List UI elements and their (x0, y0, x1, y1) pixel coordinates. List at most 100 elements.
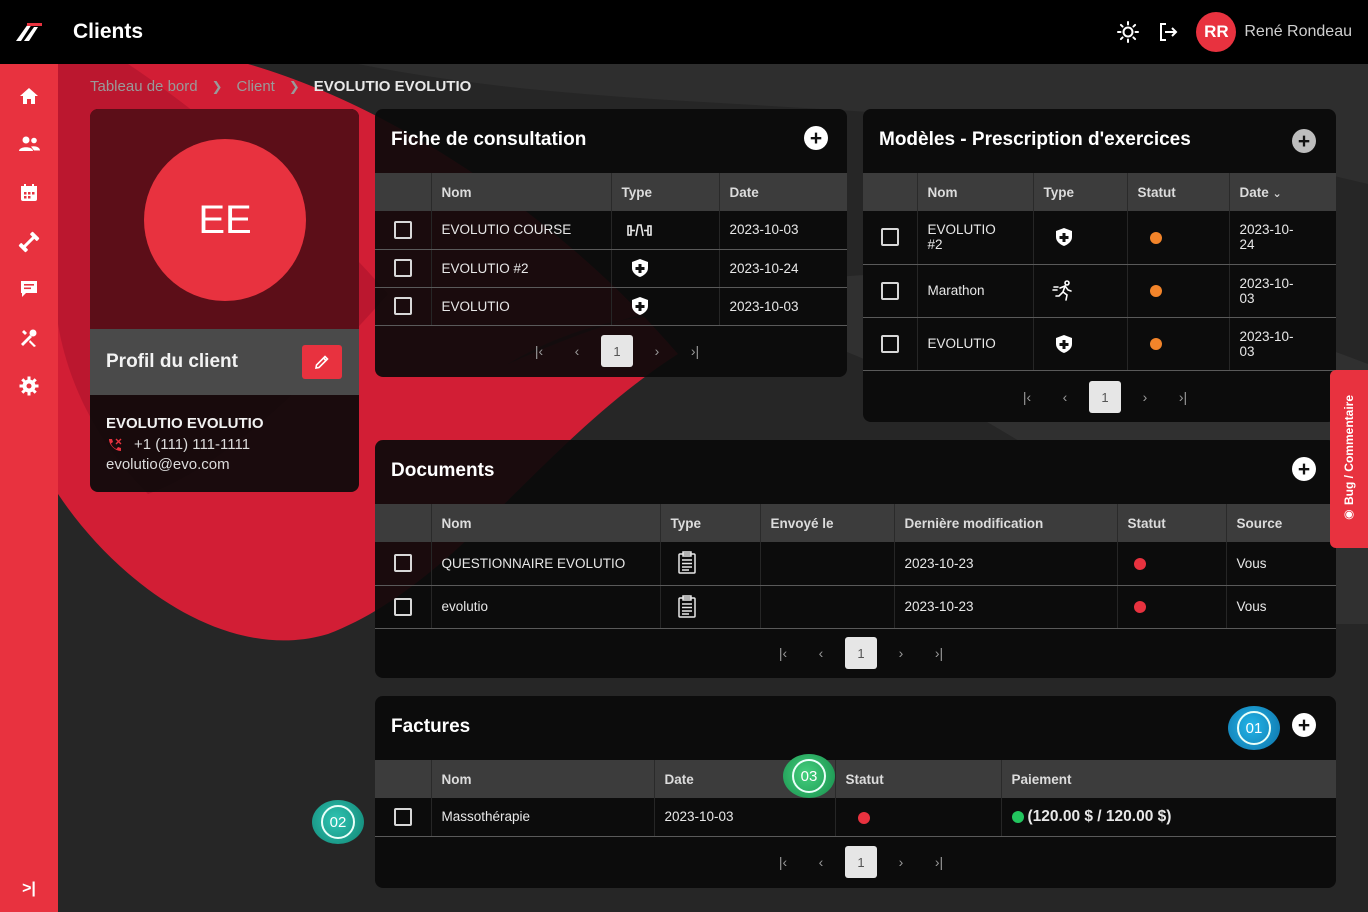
add-model-button[interactable]: + (1292, 129, 1316, 153)
next-page-button[interactable]: › (887, 847, 915, 877)
client-email[interactable]: evolutio@evo.com (106, 456, 264, 473)
sidebar-item-home[interactable] (9, 76, 49, 116)
row-date: 2023-10-03 (719, 287, 847, 326)
shield-icon (631, 259, 648, 277)
invoices-table: Nom Date Statut Paiement Massothérapie 2… (375, 760, 1336, 837)
column-header[interactable]: Envoyé le (760, 504, 895, 542)
column-header[interactable]: Dernière modification (894, 504, 1118, 542)
row-checkbox[interactable] (880, 334, 899, 353)
row-date: 2023-10-03 (1229, 317, 1336, 371)
row-checkbox[interactable] (393, 297, 412, 315)
row-checkbox[interactable] (880, 281, 899, 300)
first-page-button[interactable]: |‹ (525, 336, 553, 366)
last-page-button[interactable]: ›| (925, 638, 953, 668)
client-name: EVOLUTIO EVOLUTIO (106, 415, 264, 432)
add-invoice-button[interactable]: + (1292, 713, 1316, 737)
table-row[interactable]: EVOLUTIO COURSE 2023-10-03 (375, 211, 847, 250)
prev-page-button[interactable]: ‹ (563, 336, 591, 366)
column-header[interactable]: Nom (431, 173, 612, 211)
models-pagination: |‹ ‹ 1 › ›| (1008, 381, 1202, 413)
sidebar-item-clients[interactable] (9, 124, 49, 164)
column-header[interactable]: Statut (1117, 504, 1227, 542)
logout-button[interactable] (1156, 20, 1180, 44)
models-table: Nom Type Statut Date ⌄ EVOLUTIO #2 2023-1… (863, 173, 1336, 371)
row-checkbox[interactable] (393, 259, 412, 277)
row-checkbox[interactable] (393, 220, 412, 239)
sidebar-item-exercises[interactable] (9, 222, 49, 262)
row-checkbox[interactable] (393, 597, 412, 616)
sun-icon (1117, 21, 1140, 43)
tools-icon (21, 329, 37, 347)
row-sent (760, 542, 895, 586)
column-header[interactable]: Type (611, 173, 720, 211)
page-number[interactable]: 1 (845, 637, 877, 669)
column-header[interactable]: Type (1033, 173, 1128, 211)
prev-page-button[interactable]: ‹ (1051, 382, 1079, 412)
table-row[interactable]: evolutio 2023-10-23 Vous (375, 585, 1336, 629)
column-header[interactable]: Date (719, 173, 847, 211)
next-page-button[interactable]: › (887, 638, 915, 668)
logout-icon (1160, 23, 1178, 41)
page-number[interactable]: 1 (601, 335, 633, 367)
user-avatar[interactable]: RR (1196, 12, 1237, 52)
sidebar-item-calendar[interactable] (9, 173, 49, 213)
sidebar-collapse-button[interactable]: >| (9, 874, 49, 904)
column-header[interactable]: Nom (431, 760, 655, 798)
app-logo[interactable] (0, 0, 58, 64)
first-page-button[interactable]: |‹ (769, 638, 797, 668)
next-page-button[interactable]: › (643, 336, 671, 366)
table-row[interactable]: EVOLUTIO #2 2023-10- 24 (863, 211, 1336, 265)
client-phone[interactable]: +1 (111) 111-1111 (134, 436, 250, 453)
user-name[interactable]: René Rondeau (1244, 23, 1352, 41)
invoices-title: Factures (391, 716, 471, 737)
table-row[interactable]: Marathon 2023-10- 03 (863, 264, 1336, 318)
documents-title: Documents (391, 460, 495, 481)
last-page-button[interactable]: ›| (1169, 382, 1197, 412)
row-date: 2023-10-03 (719, 211, 847, 250)
table-row[interactable]: Massothérapie 2023-10-03 (120.00 $ / 120… (375, 798, 1336, 837)
row-date: 2023-10-24 (719, 249, 847, 288)
logo-icon (16, 23, 42, 41)
last-page-button[interactable]: ›| (681, 336, 709, 366)
bug-feedback-tab[interactable]: ◉ Bug / Commentaire (1330, 370, 1368, 548)
first-page-button[interactable]: |‹ (769, 847, 797, 877)
table-row[interactable]: EVOLUTIO 2023-10-03 (863, 317, 1336, 371)
add-document-button[interactable]: + (1292, 457, 1316, 481)
column-header[interactable]: Statut (1127, 173, 1230, 211)
first-page-button[interactable]: |‹ (1013, 382, 1041, 412)
column-header[interactable]: Nom (431, 504, 661, 542)
sidebar-item-tools[interactable] (9, 318, 49, 358)
column-header[interactable]: Paiement (1001, 760, 1336, 798)
row-checkbox[interactable] (393, 807, 412, 826)
row-name: Marathon (917, 264, 1034, 318)
calendar-icon (21, 184, 37, 201)
column-header[interactable]: Statut (835, 760, 1002, 798)
consultation-pagination: |‹ ‹ 1 › ›| (520, 335, 714, 367)
sidebar-item-settings[interactable] (9, 366, 49, 406)
row-checkbox[interactable] (880, 228, 899, 247)
page-number[interactable]: 1 (845, 846, 877, 878)
column-header[interactable]: Nom (917, 173, 1034, 211)
table-row[interactable]: EVOLUTIO #2 2023-10-24 (375, 249, 847, 288)
column-header[interactable]: Source (1226, 504, 1336, 542)
sidebar-item-messages[interactable] (9, 269, 49, 309)
row-name: Massothérapie (431, 798, 655, 837)
table-row[interactable]: EVOLUTIO 2023-10-03 (375, 287, 847, 326)
column-header[interactable]: Date ⌄ (1229, 173, 1336, 211)
row-name: QUESTIONNAIRE EVOLUTIO (431, 542, 661, 586)
prev-page-button[interactable]: ‹ (807, 638, 835, 668)
prev-page-button[interactable]: ‹ (807, 847, 835, 877)
edit-profile-button[interactable] (302, 345, 342, 379)
last-page-button[interactable]: ›| (925, 847, 953, 877)
breadcrumb-client[interactable]: Client (237, 78, 275, 95)
consultation-table: Nom Type Date EVOLUTIO COURSE 2023-10-03… (375, 173, 847, 326)
next-page-button[interactable]: › (1131, 382, 1159, 412)
theme-toggle-button[interactable] (1116, 20, 1140, 44)
page-number[interactable]: 1 (1089, 381, 1121, 413)
bug-tab-label: Bug / Commentaire (1342, 395, 1356, 506)
add-consultation-button[interactable]: + (804, 126, 828, 150)
row-checkbox[interactable] (393, 554, 412, 573)
breadcrumb-dashboard[interactable]: Tableau de bord (90, 78, 198, 95)
column-header[interactable]: Type (660, 504, 761, 542)
table-row[interactable]: QUESTIONNAIRE EVOLUTIO 2023-10-23 Vous (375, 542, 1336, 586)
